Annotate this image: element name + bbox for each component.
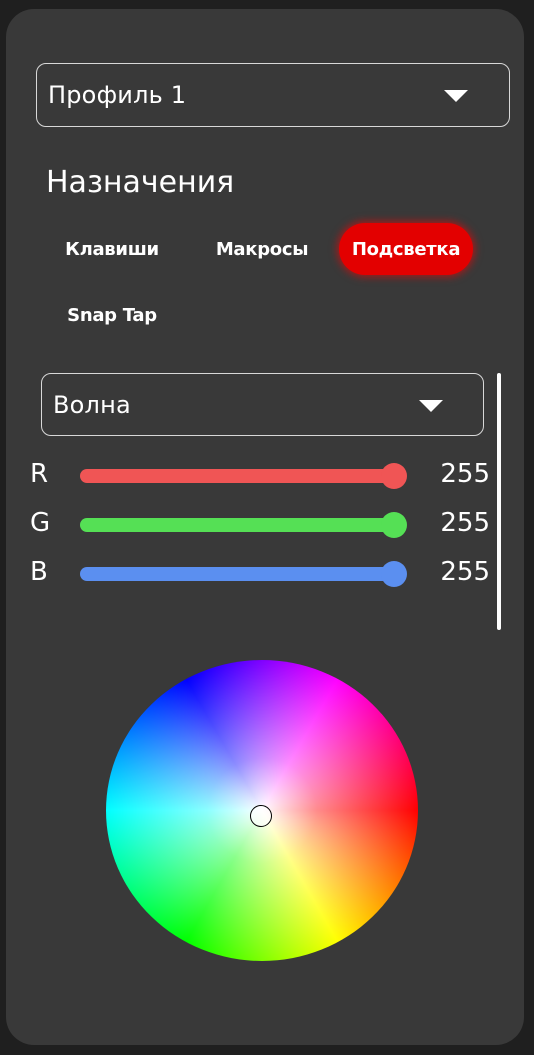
- tab-snap-tap[interactable]: Snap Tap: [51, 289, 173, 341]
- tab-label: Snap Tap: [67, 304, 157, 326]
- red-slider-track[interactable]: [80, 463, 407, 489]
- profile-select-value: Профиль 1: [48, 81, 187, 109]
- lighting-panel: Профиль 1 Назначения Клавиши Макросы Под…: [6, 9, 524, 1045]
- green-slider-track[interactable]: [80, 512, 407, 538]
- tab-label: Макросы: [215, 238, 309, 260]
- green-slider-thumb[interactable]: [381, 512, 407, 538]
- blue-value: 255: [440, 557, 490, 587]
- tab-label: Подсветка: [351, 238, 461, 260]
- assignments-heading: Назначения: [46, 165, 235, 200]
- green-value: 255: [440, 508, 490, 538]
- blue-slider-thumb[interactable]: [381, 561, 407, 587]
- red-slider-thumb[interactable]: [381, 463, 407, 489]
- tab-macros[interactable]: Макросы: [200, 223, 324, 275]
- red-value: 255: [440, 459, 490, 489]
- effect-select[interactable]: Волна: [41, 373, 484, 436]
- tab-label: Клавиши: [65, 238, 159, 260]
- effect-select-value: Волна: [53, 390, 131, 419]
- blue-slider-track[interactable]: [80, 561, 407, 587]
- chevron-down-icon: [419, 400, 443, 412]
- blue-label: B: [30, 557, 48, 587]
- green-label: G: [30, 508, 51, 538]
- profile-select[interactable]: Профиль 1: [36, 63, 510, 127]
- tab-lighting[interactable]: Подсветка: [339, 223, 473, 275]
- red-label: R: [30, 459, 49, 489]
- scrollbar[interactable]: [497, 373, 501, 630]
- tab-keys[interactable]: Клавиши: [51, 223, 173, 275]
- color-picker-handle[interactable]: [250, 805, 272, 827]
- chevron-down-icon: [444, 90, 468, 102]
